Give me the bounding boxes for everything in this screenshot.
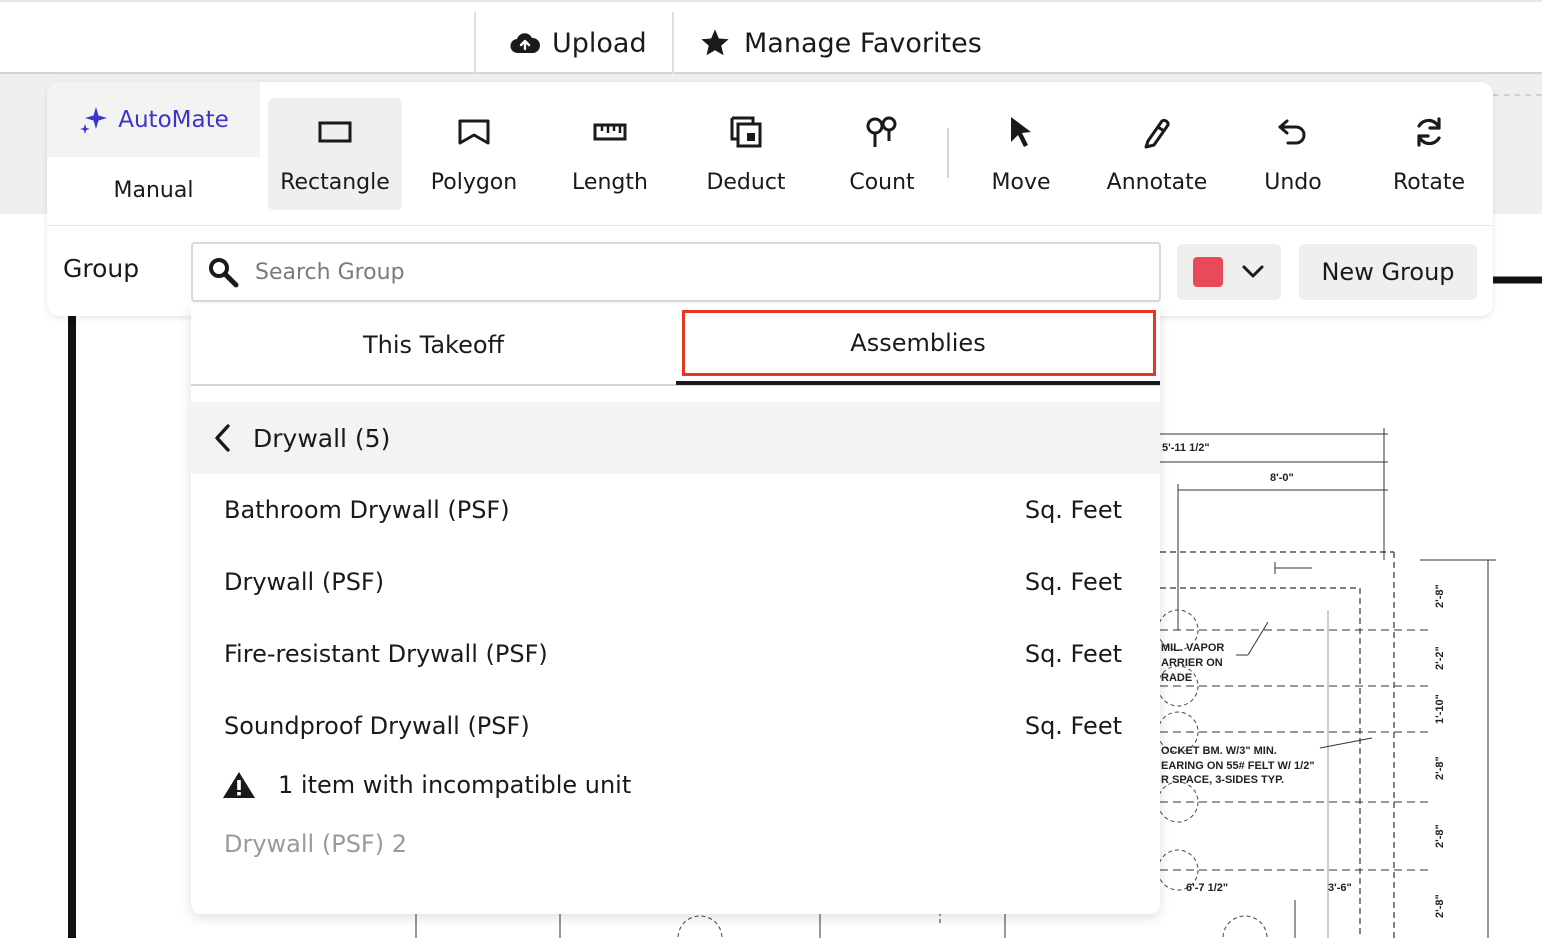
tool-label: Rectangle — [280, 170, 390, 195]
top-bar: Upload Manage Favorites — [0, 0, 1542, 74]
star-icon — [701, 29, 729, 56]
automate-label: AutoMate — [118, 106, 229, 133]
length-tool[interactable]: Length — [543, 98, 677, 210]
divider — [47, 225, 1493, 226]
upload-label: Upload — [552, 27, 647, 59]
item-name: Bathroom Drywall (PSF) — [224, 496, 510, 524]
dim-label: 2'-8" — [1434, 894, 1446, 918]
tool-label: Polygon — [430, 170, 518, 195]
annotate-tool[interactable]: Annotate — [1090, 98, 1224, 210]
dim-label: 1'-10" — [1434, 694, 1446, 724]
drawing-note: R SPACE, 3-SIDES TYP. — [1161, 774, 1284, 786]
color-swatch — [1193, 257, 1223, 287]
divider — [1493, 94, 1542, 102]
dim-label: 5'-11 1/2" — [1162, 442, 1210, 454]
list-item[interactable]: Bathroom Drywall (PSF) Sq. Feet — [191, 480, 1160, 540]
chevron-left-icon — [215, 424, 230, 452]
tool-label: Annotate — [1106, 170, 1208, 195]
new-group-button[interactable]: New Group — [1299, 244, 1477, 300]
move-tool[interactable]: Move — [954, 98, 1088, 210]
group-search-box[interactable] — [191, 242, 1161, 302]
dropdown-tabs: This Takeoff Assemblies — [191, 304, 1160, 386]
group-search-input[interactable] — [255, 259, 1135, 285]
upload-button[interactable]: Upload — [474, 12, 672, 74]
item-name: Soundproof Drywall (PSF) — [224, 712, 530, 740]
item-name: Fire-resistant Drywall (PSF) — [224, 640, 548, 668]
cloud-upload-icon — [510, 33, 540, 54]
deduct-icon — [730, 116, 762, 148]
group-color-picker[interactable] — [1177, 244, 1281, 300]
item-name: Drywall (PSF) — [224, 568, 385, 596]
list-item[interactable]: Fire-resistant Drywall (PSF) Sq. Feet — [191, 624, 1160, 684]
pen-icon — [1144, 118, 1170, 149]
incompatible-warning: 1 item with incompatible unit — [222, 770, 631, 800]
drawing-note: OCKET BM. W/3" MIN. — [1161, 745, 1277, 757]
group-label: Group — [63, 254, 140, 283]
tool-label: Deduct — [706, 170, 786, 195]
tab-this-takeoff[interactable]: This Takeoff — [191, 304, 676, 386]
polygon-tool[interactable]: Polygon — [407, 98, 541, 210]
drawing-note: MIL. VAPOR — [1161, 642, 1224, 654]
warning-text: 1 item with incompatible unit — [278, 771, 632, 799]
list-item[interactable]: Soundproof Drywall (PSF) Sq. Feet — [191, 696, 1160, 756]
rectangle-icon — [318, 121, 352, 143]
dim-label: 2'-8" — [1434, 584, 1446, 608]
item-unit: Sq. Feet — [1024, 640, 1122, 668]
rotate-button[interactable]: Rotate — [1362, 98, 1496, 210]
manual-label: Manual — [113, 177, 194, 203]
ruler-icon — [593, 123, 627, 141]
undo-button[interactable]: Undo — [1226, 98, 1360, 210]
group-dropdown: This Takeoff Assemblies Drywall (5) Bath… — [191, 304, 1160, 914]
dim-label: 2'-8" — [1434, 756, 1446, 780]
toolbar-separator — [947, 128, 949, 178]
tool-label: Move — [991, 170, 1051, 195]
count-icon — [866, 116, 897, 147]
dim-label: 8'-0" — [1270, 472, 1294, 484]
polygon-icon — [458, 119, 490, 145]
automate-tab[interactable]: AutoMate — [47, 82, 260, 157]
rotate-icon — [1417, 117, 1441, 147]
search-icon — [209, 258, 239, 288]
manage-favorites-button[interactable]: Manage Favorites — [672, 12, 1012, 74]
tab-label: This Takeoff — [362, 331, 505, 359]
drawing-note: RADE — [1161, 672, 1192, 684]
tool-label: Count — [849, 170, 915, 195]
tool-label: Undo — [1264, 170, 1322, 195]
incompatible-item: Drywall (PSF) 2 — [224, 830, 407, 858]
item-unit: Sq. Feet — [1024, 712, 1122, 740]
drawing-note: EARING ON 55# FELT W/ 1/2" — [1161, 760, 1315, 772]
manual-tab[interactable]: Manual — [47, 157, 260, 223]
breadcrumb-label: Drywall (5) — [253, 423, 391, 453]
takeoff-toolbar: AutoMate Manual Rectangle Polygon Length… — [47, 82, 1493, 316]
rectangle-tool[interactable]: Rectangle — [268, 98, 402, 210]
item-unit: Sq. Feet — [1024, 496, 1122, 524]
breadcrumb-back[interactable]: Drywall (5) — [191, 402, 1160, 474]
manage-favorites-label: Manage Favorites — [744, 27, 982, 59]
dim-label: 3'-6" — [1328, 882, 1352, 894]
count-tool[interactable]: Count — [815, 98, 949, 210]
dim-label: 2'-8" — [1434, 824, 1446, 848]
deduct-tool[interactable]: Deduct — [679, 98, 813, 210]
tool-label: Length — [572, 170, 648, 195]
warning-icon — [223, 772, 255, 798]
chevron-down-icon — [1242, 265, 1264, 278]
list-item[interactable]: Drywall (PSF) Sq. Feet — [191, 552, 1160, 612]
undo-icon — [1278, 119, 1306, 145]
cursor-icon — [1011, 117, 1031, 147]
item-unit: Sq. Feet — [1024, 568, 1122, 596]
dim-label: 6'-7 1/2" — [1186, 882, 1228, 894]
dim-label: 2'-2" — [1434, 646, 1446, 670]
tab-assemblies[interactable]: Assemblies — [676, 304, 1160, 385]
tab-label: Assemblies — [850, 328, 986, 357]
tool-label: Rotate — [1392, 170, 1466, 195]
drawing-note: ARRIER ON — [1161, 657, 1223, 669]
sparkle-icon — [80, 106, 108, 134]
